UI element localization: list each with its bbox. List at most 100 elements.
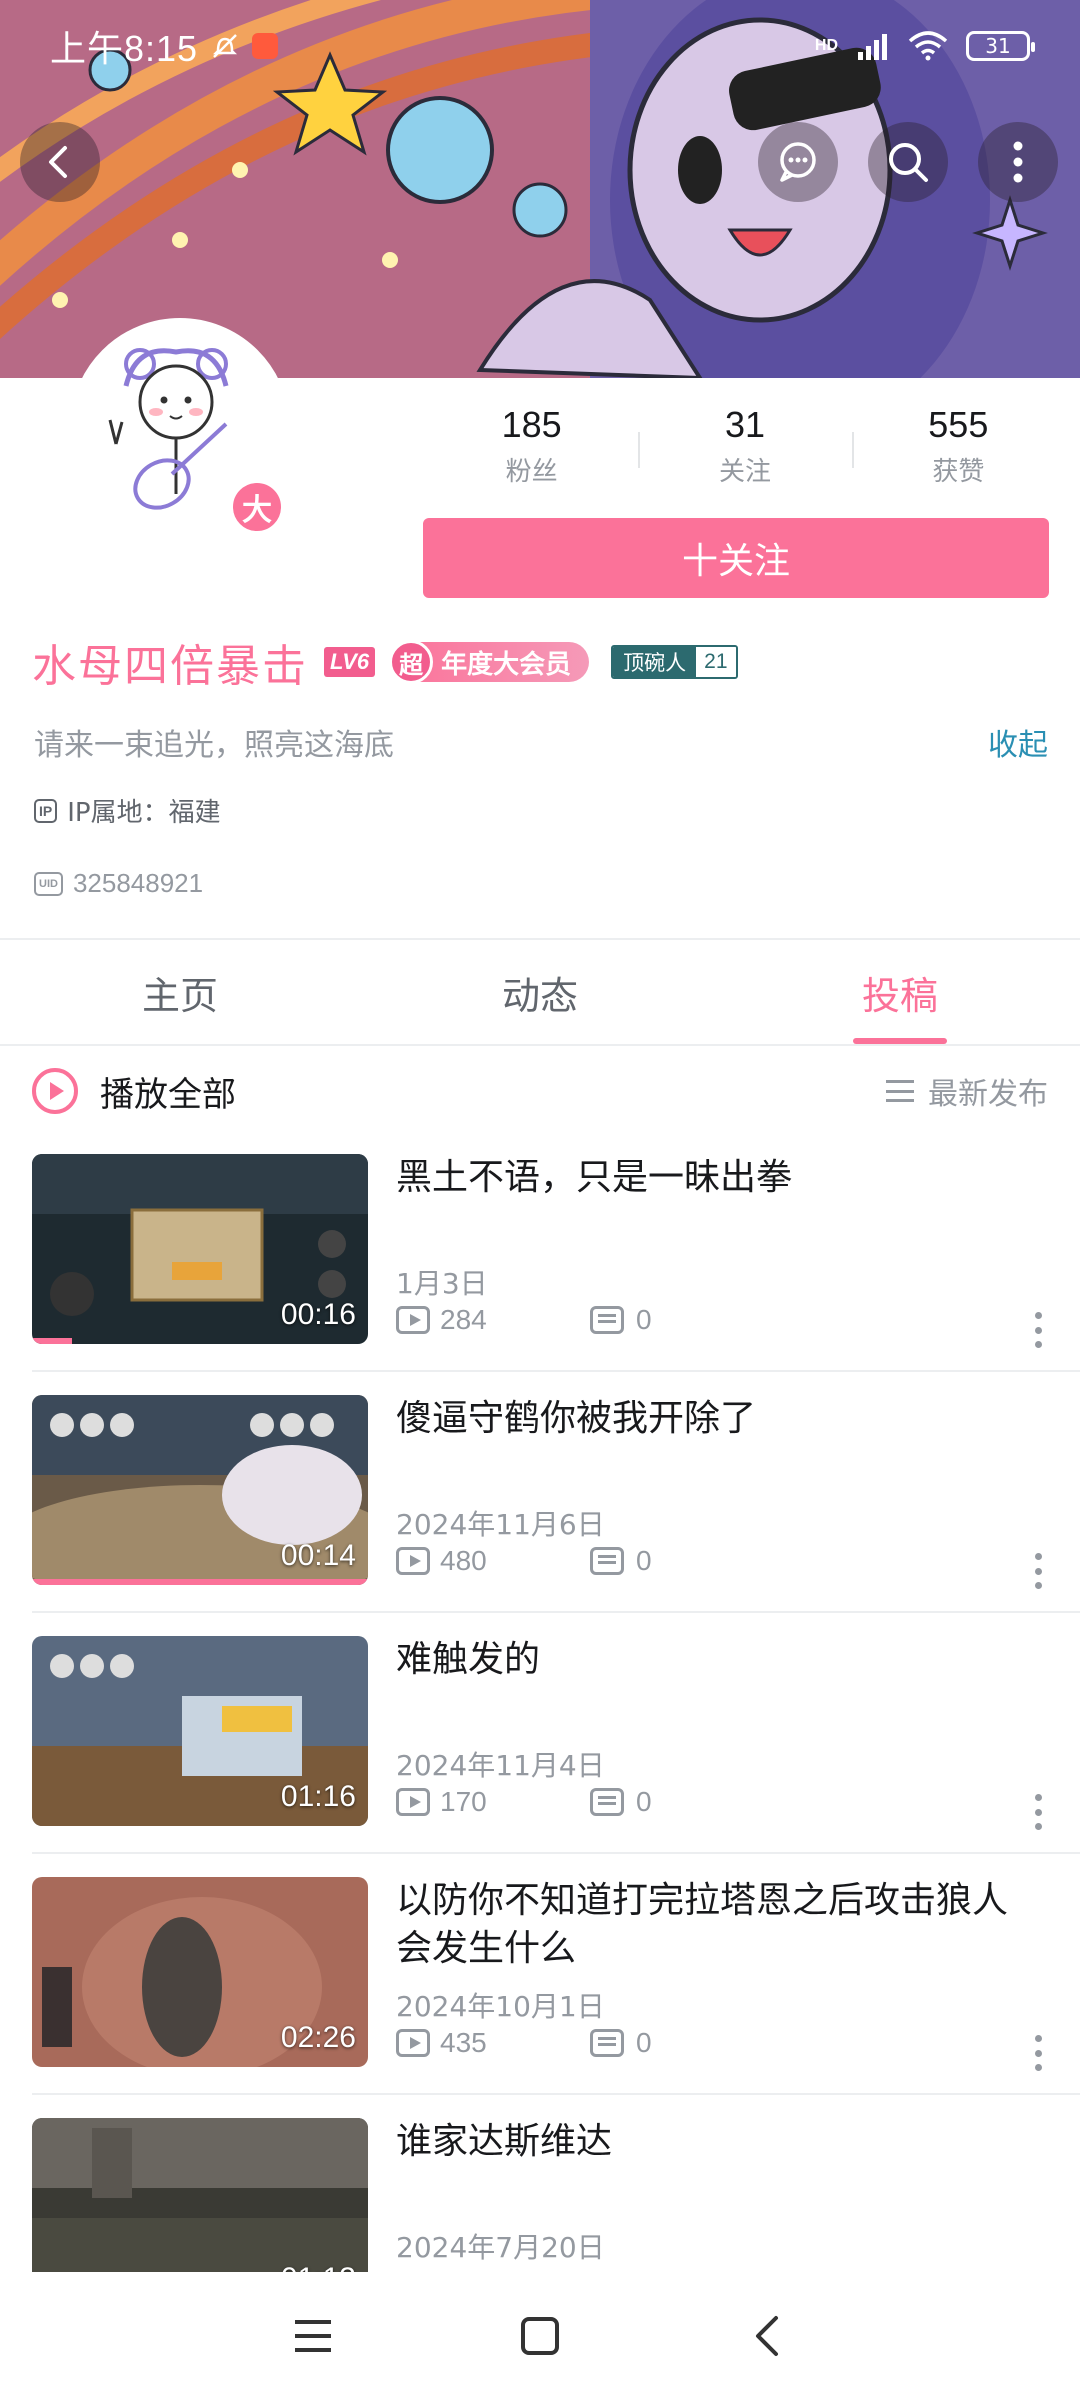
video-item[interactable]: 02:26 以防你不知道打完拉塔恩之后攻击狼人会发生什么 2024年10月1日 … (0, 1877, 1080, 2117)
stat-following[interactable]: 31 关注 (638, 400, 851, 500)
divider (32, 1611, 1080, 1613)
uid-value: 325848921 (72, 868, 204, 898)
dot (1034, 1794, 1042, 1801)
collapse-button[interactable]: 收起 (988, 720, 1048, 764)
menu-icon (295, 2320, 332, 2352)
more-options-button[interactable] (978, 122, 1058, 202)
avatar-badge: 大 (228, 478, 286, 536)
back-arrow-icon (755, 2316, 778, 2356)
back-button[interactable] (20, 122, 100, 202)
level-badge[interactable]: LV6 (324, 647, 376, 677)
stat-label: 获赞 (932, 457, 985, 487)
fan-medal[interactable]: 顶碗人 21 (611, 645, 738, 679)
comment-icon (590, 1306, 624, 1334)
video-item[interactable]: 01:16 难触发的 2024年11月4日 170 0 (0, 1636, 1080, 1876)
stat-value: 31 (724, 404, 766, 445)
play-circle-icon (32, 1068, 78, 1114)
play-count-icon (396, 2029, 430, 2057)
status-time: 上午8:15 (50, 28, 199, 69)
video-title[interactable]: 以防你不知道打完拉塔恩之后攻击狼人会发生什么 (396, 1877, 1036, 1973)
comment-icon (590, 2029, 624, 2057)
follow-button[interactable]: 十关注 (423, 518, 1049, 598)
battery-level: 31 (985, 34, 1011, 58)
ip-location: IP属地：福建 (67, 798, 221, 828)
uid-row[interactable]: UID 325848921 (34, 868, 203, 899)
video-thumbnail[interactable]: 01:16 (32, 1636, 368, 1826)
play-all-button[interactable]: 播放全部 (32, 1065, 236, 1117)
video-title[interactable]: 谁家达斯维达 (396, 2118, 1036, 2166)
message-button[interactable] (758, 122, 838, 202)
battery-icon: 31 (966, 31, 1035, 61)
video-date: 2024年11月4日 (396, 1749, 605, 1782)
view-count: 170 (440, 1786, 487, 1817)
view-count: 480 (440, 1545, 487, 1576)
network-type: HD (814, 37, 838, 54)
dot (1034, 2035, 1042, 2042)
tab-dynamics[interactable]: 动态 (360, 940, 720, 1044)
sort-button[interactable]: 最新发布 (886, 1065, 1048, 1117)
sort-label: 最新发布 (928, 1077, 1048, 1112)
video-meta: 435 0 (396, 2027, 652, 2059)
video-date: 2024年11月6日 (396, 1508, 605, 1541)
status-bar: 上午8:15 HD 31 (0, 0, 1080, 92)
video-more-button[interactable] (1034, 2035, 1042, 2071)
dot (1034, 1567, 1042, 1575)
signal-icon (858, 34, 887, 60)
video-title[interactable]: 难触发的 (396, 1636, 1036, 1684)
stat-likes[interactable]: 555 获赞 (851, 400, 1065, 500)
dot (1034, 2049, 1042, 2057)
view-count: 435 (440, 2027, 487, 2058)
medal-level: 21 (696, 647, 736, 677)
video-date: 1月3日 (396, 1267, 488, 1300)
video-more-button[interactable] (1034, 1312, 1042, 1348)
watch-progress-bar (32, 1338, 73, 1344)
stat-label: 关注 (718, 457, 771, 487)
ip-icon: IP (34, 798, 58, 823)
list-icon (886, 1080, 914, 1102)
uid-icon: UID (34, 871, 63, 896)
divider (32, 2093, 1080, 2095)
video-duration: 02:26 (280, 2021, 356, 2054)
video-thumbnail[interactable]: 02:26 (32, 1877, 368, 2067)
video-meta: 284 0 (396, 1304, 652, 1336)
video-item[interactable]: 00:16 黑土不语，只是一昧出拳 1月3日 284 0 (0, 1154, 1080, 1394)
square-icon (520, 2317, 559, 2355)
profile-stats: 185 粉丝 31 关注 555 获赞 (425, 400, 1065, 500)
divider (0, 1044, 1080, 1046)
view-count: 284 (440, 1304, 487, 1335)
comment-icon (590, 1788, 624, 1816)
video-duration: 01:16 (280, 1780, 356, 1813)
dot (1034, 1326, 1042, 1334)
ip-location-row: IP IP属地：福建 (34, 792, 221, 829)
video-date: 2024年7月20日 (396, 2231, 605, 2264)
stat-fans[interactable]: 185 粉丝 (425, 400, 638, 500)
video-more-button[interactable] (1034, 1794, 1042, 1830)
video-thumbnail[interactable]: 00:16 (32, 1154, 368, 1344)
stat-value: 185 (501, 404, 562, 445)
vip-icon: 超 (389, 640, 434, 684)
system-back-button[interactable] (727, 2296, 807, 2376)
name-row: 水母四倍暴击 LV6 超 年度大会员 顶碗人 21 (32, 632, 738, 692)
comment-count: 0 (636, 1304, 652, 1335)
comment-icon (590, 1547, 624, 1575)
signature: 请来一束追光，照亮这海底 (34, 728, 394, 763)
search-button[interactable] (868, 122, 948, 202)
vip-badge[interactable]: 超 年度大会员 (389, 640, 590, 684)
wifi-icon (908, 31, 948, 61)
system-navigation-bar (0, 2272, 1080, 2400)
chat-bubble-icon (780, 142, 816, 182)
video-title[interactable]: 黑土不语，只是一昧出拳 (396, 1154, 1036, 1202)
video-item[interactable]: 00:14 傻逼守鹤你被我开除了 2024年11月6日 480 0 (0, 1395, 1080, 1635)
video-thumbnail[interactable]: 00:14 (32, 1395, 368, 1585)
video-more-button[interactable] (1034, 1553, 1042, 1589)
recent-apps-button[interactable] (273, 2296, 353, 2376)
play-count-icon (396, 1306, 430, 1334)
tab-uploads[interactable]: 投稿 (720, 940, 1080, 1044)
video-title[interactable]: 傻逼守鹤你被我开除了 (396, 1395, 1036, 1443)
stat-value: 555 (928, 404, 989, 445)
comment-count: 0 (636, 1786, 652, 1817)
home-button[interactable] (500, 2296, 580, 2376)
chevron-left-icon (49, 146, 67, 178)
divider (32, 1370, 1080, 1372)
tab-home[interactable]: 主页 (0, 940, 360, 1044)
